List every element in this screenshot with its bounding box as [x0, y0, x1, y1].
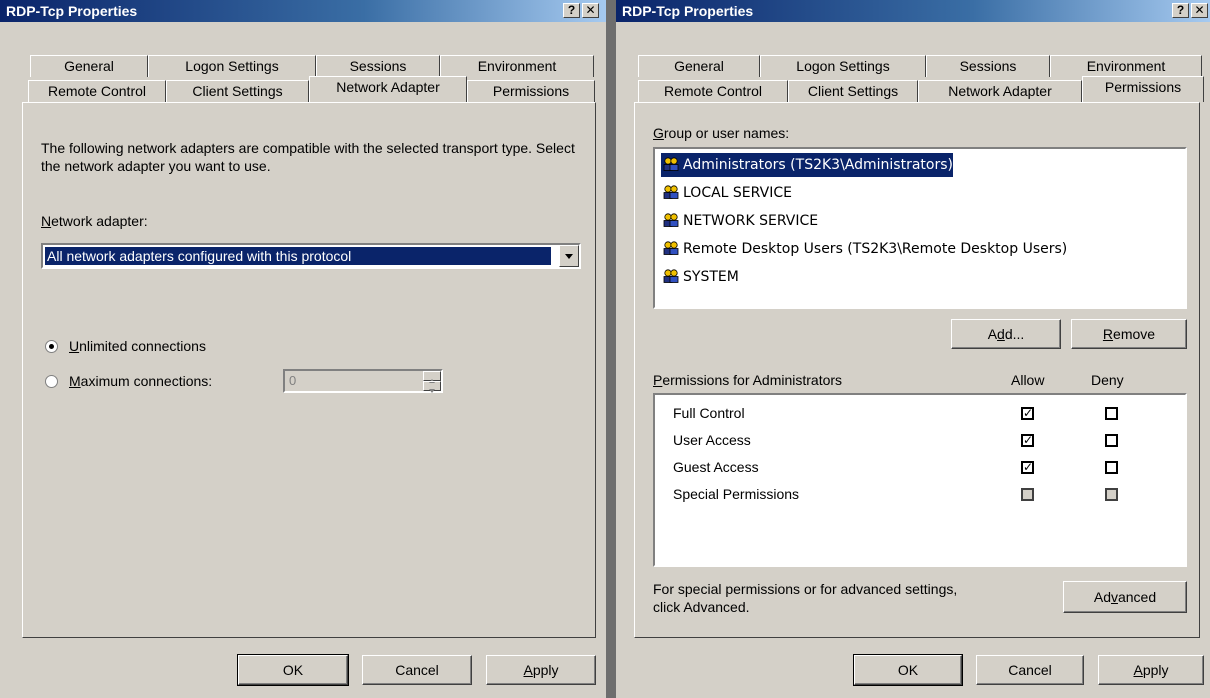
tab-sessions[interactable]: Sessions [926, 55, 1050, 77]
title-bar[interactable]: RDP-Tcp Properties ? ✕ [616, 0, 1210, 22]
user-group-icon [663, 241, 679, 255]
spinner-down-button[interactable] [423, 381, 441, 393]
dropdown-arrow-button[interactable] [559, 245, 579, 267]
user-name: Remote Desktop Users (TS2K3\Remote Deskt… [683, 241, 1068, 257]
tab-environment[interactable]: Environment [440, 55, 594, 77]
user-access-deny-checkbox[interactable] [1105, 434, 1118, 447]
maximum-connections-spinner[interactable]: 0 [283, 369, 443, 393]
cancel-button[interactable]: Cancel [362, 655, 472, 685]
help-button[interactable]: ? [1172, 3, 1189, 18]
permission-name: Guest Access [673, 459, 759, 475]
permissions-for-label: Permissions for Administrators [653, 372, 843, 388]
tab-client-settings[interactable]: Client Settings [166, 80, 309, 102]
cancel-button[interactable]: Cancel [976, 655, 1084, 685]
rdp-tcp-properties-dialog-left: RDP-Tcp Properties ? ✕ General Logon Set… [0, 0, 606, 698]
window-title: RDP-Tcp Properties [6, 3, 138, 19]
unlimited-connections-radio[interactable] [45, 340, 58, 353]
radio-dot [49, 344, 54, 349]
apply-button[interactable]: Apply [486, 655, 596, 685]
tab-remote-control[interactable]: Remote Control [638, 80, 788, 102]
user-group-icon [663, 213, 679, 227]
tab-logon-settings[interactable]: Logon Settings [148, 55, 316, 77]
description-text: The following network adapters are compa… [41, 140, 575, 174]
tab-sessions[interactable]: Sessions [316, 55, 440, 77]
user-name: SYSTEM [683, 269, 739, 285]
list-item-user[interactable]: NETWORK SERVICE [661, 209, 818, 233]
user-access-allow-checkbox[interactable]: ✓ [1021, 434, 1034, 447]
tab-logon-settings[interactable]: Logon Settings [760, 55, 926, 77]
guest-access-allow-checkbox[interactable]: ✓ [1021, 461, 1034, 474]
network-adapter-label: Network adapter: [41, 213, 148, 229]
unlimited-connections-label[interactable]: Unlimited connections [69, 338, 206, 354]
tab-general[interactable]: General [638, 55, 760, 77]
tab-network-adapter[interactable]: Network Adapter [918, 80, 1082, 102]
window-separator [606, 0, 616, 698]
user-group-icon [663, 269, 679, 283]
ok-button[interactable]: OK [237, 654, 349, 686]
maximum-connections-label[interactable]: Maximum connections: [69, 373, 212, 389]
list-item-user[interactable]: Remote Desktop Users (TS2K3\Remote Deskt… [661, 237, 1067, 261]
tab-network-adapter[interactable]: Network Adapter [309, 76, 467, 102]
user-name: LOCAL SERVICE [683, 185, 792, 201]
tab-permissions[interactable]: Permissions [467, 80, 595, 102]
tab-permissions[interactable]: Permissions [1082, 76, 1204, 102]
user-list[interactable]: Administrators (TS2K3\Administrators) LO… [653, 147, 1187, 309]
user-group-icon [663, 185, 679, 199]
spinner-up-button[interactable] [423, 371, 441, 383]
dropdown-selected-value: All network adapters configured with thi… [44, 246, 552, 266]
special-permissions-deny-checkbox [1105, 488, 1118, 501]
arrow-down-icon [429, 389, 435, 393]
user-name: Administrators (TS2K3\Administrators) [683, 157, 953, 173]
chevron-down-icon [565, 254, 573, 259]
deny-column-header: Deny [1091, 372, 1124, 388]
full-control-allow-checkbox[interactable]: ✓ [1021, 407, 1034, 420]
permission-name: Special Permissions [673, 486, 800, 502]
user-name: NETWORK SERVICE [683, 213, 819, 229]
list-item-user[interactable]: SYSTEM [661, 265, 739, 289]
special-permissions-allow-checkbox [1021, 488, 1034, 501]
title-bar[interactable]: RDP-Tcp Properties ? ✕ [0, 0, 606, 22]
tab-environment[interactable]: Environment [1050, 55, 1202, 77]
add-button[interactable]: Add... [951, 319, 1061, 349]
tab-general[interactable]: General [30, 55, 148, 77]
tab-panel-network-adapter: The following network adapters are compa… [22, 102, 596, 638]
ok-button[interactable]: OK [853, 654, 963, 686]
remove-button[interactable]: Remove [1071, 319, 1187, 349]
list-item-user-selected[interactable]: Administrators (TS2K3\Administrators) [661, 153, 953, 177]
advanced-note-line2: click Advanced. [653, 599, 750, 615]
group-or-user-names-label: Group or user names: [653, 125, 790, 141]
permissions-list[interactable]: Full Control ✓ User Access ✓ Guest Acces… [653, 393, 1187, 567]
tab-panel-permissions: Group or user names: Administrators (TS2… [634, 102, 1200, 638]
close-button[interactable]: ✕ [1191, 3, 1208, 18]
allow-column-header: Allow [1011, 372, 1045, 388]
advanced-note-line1: For special permissions or for advanced … [653, 581, 958, 597]
rdp-tcp-properties-dialog-right: RDP-Tcp Properties ? ✕ General Logon Set… [616, 0, 1210, 698]
permission-name: User Access [673, 432, 751, 448]
tab-client-settings[interactable]: Client Settings [788, 80, 918, 102]
close-button[interactable]: ✕ [582, 3, 599, 18]
guest-access-deny-checkbox[interactable] [1105, 461, 1118, 474]
help-button[interactable]: ? [563, 3, 580, 18]
list-item-user[interactable]: LOCAL SERVICE [661, 181, 792, 205]
network-adapter-dropdown[interactable]: All network adapters configured with thi… [41, 243, 581, 269]
user-group-icon [663, 157, 679, 171]
full-control-deny-checkbox[interactable] [1105, 407, 1118, 420]
permission-name: Full Control [673, 405, 745, 421]
advanced-button[interactable]: Advanced [1063, 581, 1187, 613]
window-title: RDP-Tcp Properties [622, 3, 754, 19]
tab-remote-control[interactable]: Remote Control [28, 80, 166, 102]
spinner-value: 0 [289, 373, 297, 388]
maximum-connections-radio[interactable] [45, 375, 58, 388]
apply-button[interactable]: Apply [1098, 655, 1204, 685]
